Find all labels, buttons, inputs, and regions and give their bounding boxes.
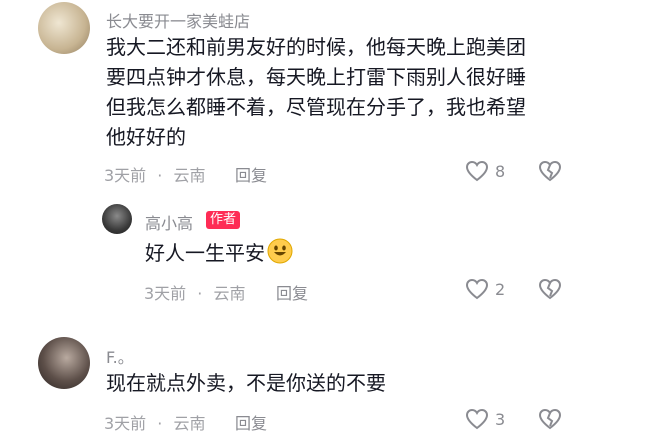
avatar[interactable] <box>38 2 90 54</box>
comment-text-line: 要四点钟才休息，每天晚上打雷下雨别人很好睡 <box>106 65 526 89</box>
dislike-button[interactable] <box>538 408 562 434</box>
like-count: 3 <box>495 409 506 429</box>
comment-username[interactable]: 长大要开一家美蛙店 <box>106 8 250 32</box>
meta-separator: · <box>157 414 163 433</box>
avatar[interactable] <box>102 204 132 234</box>
comment-text-line: 但我怎么都睡不着，尽管现在分手了，我也希望 <box>106 95 526 119</box>
comment-time: 3天前 <box>144 284 187 303</box>
dislike-button[interactable] <box>538 160 562 186</box>
dislike-button[interactable] <box>538 278 562 304</box>
comment-location: 云南 <box>173 166 206 185</box>
broken-heart-icon <box>538 408 562 430</box>
like-count: 2 <box>495 279 506 299</box>
like-button[interactable]: 8 <box>465 160 505 182</box>
like-button[interactable]: 2 <box>465 278 505 300</box>
heart-outline-icon <box>465 278 489 300</box>
comment-meta: 3天前 · 云南 <box>144 280 245 304</box>
reply-button[interactable]: 回复 <box>235 162 267 186</box>
comment-text: 现在就点外卖，不是你送的不要 <box>106 371 386 395</box>
comment-time: 3天前 <box>104 166 147 185</box>
broken-heart-icon <box>538 278 562 300</box>
heart-outline-icon <box>465 160 489 182</box>
comment-location: 云南 <box>213 284 246 303</box>
author-badge: 作者 <box>206 211 241 229</box>
comment-meta: 3天前 · 云南 <box>104 410 205 434</box>
comment-username[interactable]: 高小高 <box>145 210 193 234</box>
comment-text-content: 好人一生平安 <box>145 241 265 265</box>
meta-separator: · <box>197 284 203 303</box>
meta-separator: · <box>157 166 163 185</box>
comment-username[interactable]: F.。 <box>106 344 134 368</box>
comment-text-line: 他好好的 <box>106 125 186 149</box>
comment-location: 云南 <box>173 414 206 433</box>
like-button[interactable]: 3 <box>465 408 505 430</box>
grinning-face-emoji <box>267 238 293 264</box>
reply-button[interactable]: 回复 <box>276 280 308 304</box>
heart-outline-icon <box>465 408 489 430</box>
like-count: 8 <box>495 161 506 181</box>
comment-time: 3天前 <box>104 414 147 433</box>
comment-text: 我大二还和前男友好的时候，他每天晚上跑美团 要四点钟才休息，每天晚上打雷下雨别人… <box>106 32 526 152</box>
comment-meta: 3天前 · 云南 <box>104 162 205 186</box>
broken-heart-icon <box>538 160 562 182</box>
comment-text: 好人一生平安 <box>145 238 293 268</box>
comment-text-line: 我大二还和前男友好的时候，他每天晚上跑美团 <box>106 35 526 59</box>
reply-button[interactable]: 回复 <box>235 410 267 434</box>
avatar[interactable] <box>38 337 90 389</box>
